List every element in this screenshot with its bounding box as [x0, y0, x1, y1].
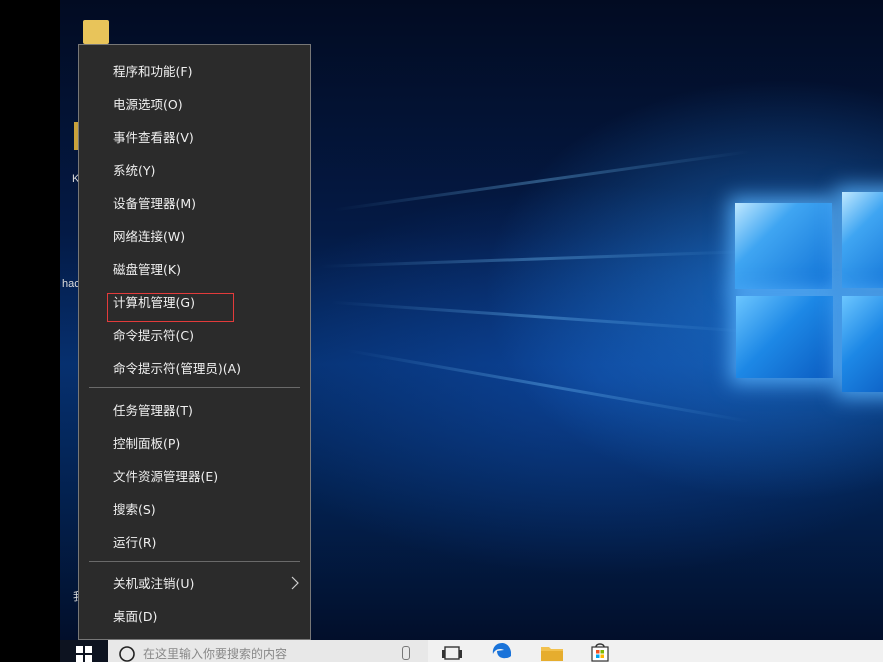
menu-item-command-prompt-admin[interactable]: 命令提示符(管理员)(A) [79, 351, 310, 384]
menu-separator [89, 387, 300, 388]
search-icon[interactable] [118, 645, 136, 662]
menu-item-task-manager[interactable]: 任务管理器(T) [79, 393, 310, 426]
window-pane-light [736, 296, 833, 378]
store-icon[interactable] [589, 641, 611, 662]
menu-item-run[interactable]: 运行(R) [79, 525, 310, 558]
light-ray [330, 300, 751, 333]
menu-item-device-manager[interactable]: 设备管理器(M) [79, 186, 310, 219]
file-explorer-icon[interactable] [540, 644, 564, 662]
microphone-icon[interactable] [402, 646, 410, 660]
menu-item-shutdown-signout[interactable]: 关机或注销(U) [79, 566, 310, 599]
left-black-strip [0, 0, 60, 662]
window-pane-light [842, 192, 883, 288]
menu-item-command-prompt[interactable]: 命令提示符(C) [79, 318, 310, 351]
menu-separator [89, 561, 300, 562]
menu-item-control-panel[interactable]: 控制面板(P) [79, 426, 310, 459]
desktop-folder-icon[interactable] [83, 20, 109, 44]
menu-item-search[interactable]: 搜索(S) [79, 492, 310, 525]
chevron-right-icon [291, 576, 299, 590]
edge-icon[interactable] [491, 641, 513, 662]
menu-item-power-options[interactable]: 电源选项(O) [79, 87, 310, 120]
task-view-icon[interactable] [442, 646, 462, 662]
menu-item-event-viewer[interactable]: 事件查看器(V) [79, 120, 310, 153]
winx-context-menu: 程序和功能(F) 电源选项(O) 事件查看器(V) 系统(Y) 设备管理器(M)… [78, 44, 311, 640]
light-ray [320, 250, 751, 269]
menu-item-file-explorer[interactable]: 文件资源管理器(E) [79, 459, 310, 492]
menu-item-disk-management[interactable]: 磁盘管理(K) [79, 252, 310, 285]
search-placeholder[interactable]: 在这里输入你要搜索的内容 [143, 645, 287, 662]
menu-item-desktop[interactable]: 桌面(D) [79, 599, 310, 632]
light-ray [333, 150, 751, 212]
light-ray [345, 348, 751, 423]
window-pane-light [735, 203, 832, 289]
window-pane-light [842, 296, 883, 392]
menu-item-system[interactable]: 系统(Y) [79, 153, 310, 186]
menu-item-programs-features[interactable]: 程序和功能(F) [79, 54, 310, 87]
menu-item-network-connections[interactable]: 网络连接(W) [79, 219, 310, 252]
windows-start-icon[interactable] [76, 646, 92, 662]
